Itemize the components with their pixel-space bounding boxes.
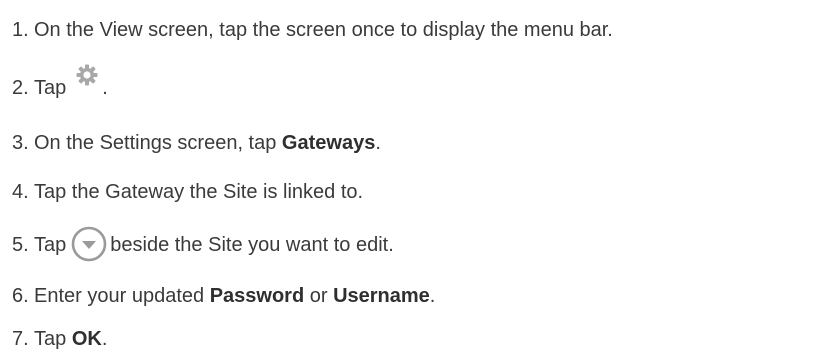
step-6: 6. Enter your updated Password or Userna… (0, 280, 435, 312)
step-text-before: Tap (34, 233, 67, 256)
step-5: 5. Tap beside the Site you want to edit. (0, 226, 394, 262)
username-label: Username (333, 284, 430, 307)
ok-label: OK (71, 327, 102, 350)
step-text: Tap the Gateway the Site is linked to. (34, 180, 364, 203)
step-text-after: . (429, 284, 436, 307)
step-7: 7. Tap OK . (0, 323, 107, 355)
step-2: 2. Tap . (0, 64, 108, 104)
step-text-before: Enter your updated (34, 284, 210, 307)
step-text-after: . (375, 131, 381, 154)
step-text-before: Tap (34, 76, 67, 99)
gateways-label: Gateways (281, 131, 376, 154)
step-text-before: On the Settings screen, tap (34, 131, 282, 154)
chevron-down-circle-icon (71, 226, 107, 262)
password-label: Password (209, 284, 305, 307)
step-4: 4. Tap the Gateway the Site is linked to… (0, 176, 363, 208)
step-1: 1. On the View screen, tap the screen on… (0, 14, 613, 46)
step-text-before: Tap (34, 327, 72, 350)
step-text: On the View screen, tap the screen once … (34, 18, 613, 41)
step-3: 3. On the Settings screen, tap Gateways … (0, 127, 381, 159)
step-text-after: . (102, 76, 108, 99)
step-number: 4. (12, 180, 29, 203)
step-text-after: beside the Site you want to edit. (110, 233, 394, 256)
step-number: 3. (12, 131, 29, 154)
step-number: 5. (12, 233, 29, 256)
step-number: 1. (12, 18, 29, 41)
step-number: 2. (12, 76, 29, 99)
step-number: 6. (12, 284, 29, 307)
step-number: 7. (12, 327, 29, 350)
gear-icon (75, 63, 99, 87)
step-text-after: . (101, 327, 108, 350)
step-text-middle: or (304, 284, 334, 307)
instruction-steps: 1. On the View screen, tap the screen on… (0, 0, 815, 358)
